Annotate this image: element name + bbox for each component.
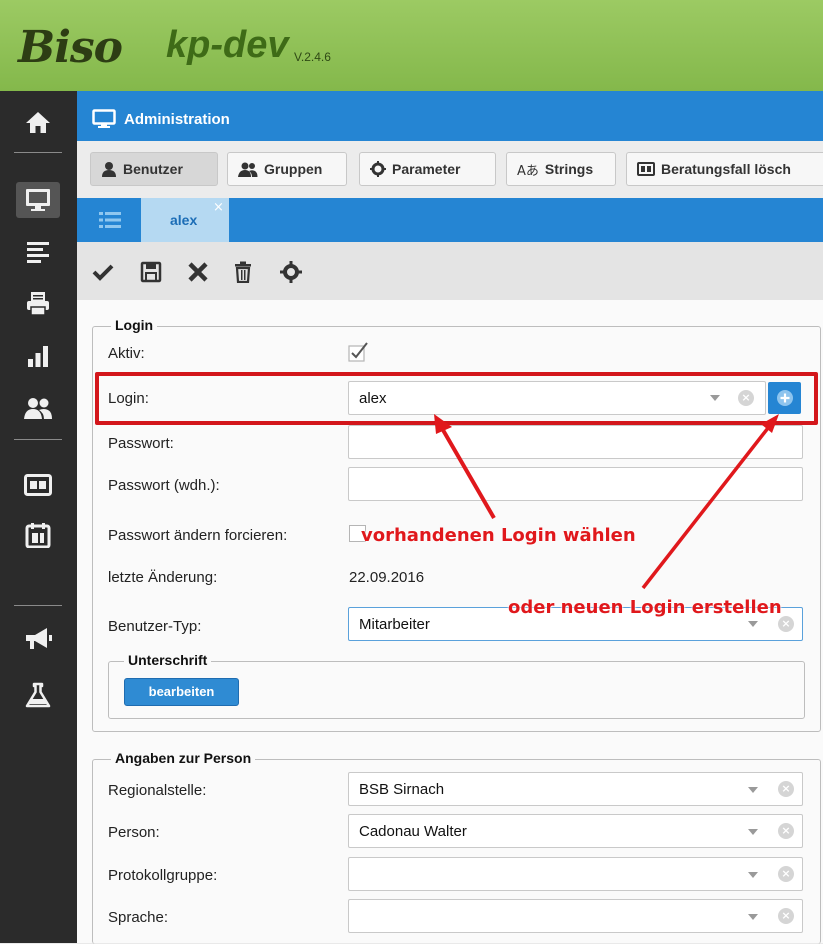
clear-icon[interactable]: × bbox=[778, 781, 794, 797]
gear-icon[interactable] bbox=[276, 257, 306, 287]
tab-label: Beratungsfall lösch bbox=[661, 161, 791, 177]
login-legend: Login bbox=[111, 317, 158, 333]
tab-gruppen[interactable]: Gruppen bbox=[227, 152, 347, 186]
tab-benutzer[interactable]: Benutzer bbox=[90, 152, 218, 186]
trash-icon[interactable] bbox=[228, 257, 258, 287]
passwort-input[interactable] bbox=[348, 425, 803, 459]
users-icon bbox=[238, 162, 258, 177]
list-icon[interactable] bbox=[16, 234, 60, 270]
printer-icon[interactable] bbox=[16, 286, 60, 322]
letzte-aenderung-label: letzte Änderung: bbox=[108, 569, 218, 586]
passwort-wdh-input[interactable] bbox=[348, 467, 803, 501]
app-version: V.2.4.6 bbox=[294, 50, 331, 64]
unterschrift-legend: Unterschrift bbox=[124, 652, 212, 668]
app-header bbox=[0, 0, 823, 91]
tab-beratungsfall-loeschen[interactable]: Beratungsfall lösch bbox=[626, 152, 823, 186]
nav-divider bbox=[14, 439, 62, 440]
passwort-wdh-label: Passwort (wdh.): bbox=[108, 477, 220, 494]
annotation-choose-existing: vorhandenen Login wählen bbox=[361, 525, 636, 546]
protokollgruppe-label: Protokollgruppe: bbox=[108, 867, 218, 884]
document-tab-label: alex bbox=[170, 212, 198, 228]
clear-icon[interactable]: × bbox=[778, 823, 794, 839]
protokollgruppe-select[interactable] bbox=[348, 857, 803, 891]
aktiv-checkbox[interactable] bbox=[348, 340, 370, 362]
sprache-label: Sprache: bbox=[108, 909, 169, 926]
users-icon[interactable] bbox=[16, 390, 60, 426]
chevron-down-icon[interactable] bbox=[748, 914, 758, 920]
tab-strings[interactable]: Aあ Strings bbox=[506, 152, 616, 186]
chevron-down-icon[interactable] bbox=[748, 787, 758, 793]
chevron-down-icon[interactable] bbox=[748, 829, 758, 835]
clear-icon[interactable]: × bbox=[778, 616, 794, 632]
tab-label: Strings bbox=[544, 161, 594, 177]
bar-chart-icon[interactable] bbox=[16, 338, 60, 374]
chevron-down-icon[interactable] bbox=[748, 872, 758, 878]
close-icon[interactable]: × bbox=[213, 200, 224, 215]
check-icon[interactable] bbox=[88, 257, 118, 287]
regionalstelle-label: Regionalstelle: bbox=[108, 782, 207, 799]
annotation-create-new: oder neuen Login erstellen bbox=[508, 597, 782, 618]
save-icon[interactable] bbox=[136, 257, 166, 287]
passwort-label: Passwort: bbox=[108, 435, 174, 452]
tab-label: Gruppen bbox=[264, 161, 323, 177]
annotation-highlight-box bbox=[95, 372, 818, 425]
calendar-icon[interactable] bbox=[16, 517, 60, 553]
logo-biso: Biso bbox=[18, 22, 123, 73]
regionalstelle-select[interactable]: BSB Sirnach bbox=[348, 772, 803, 806]
passwort-forcieren-label: Passwort ändern forcieren: bbox=[108, 527, 288, 544]
user-icon bbox=[102, 162, 116, 177]
person-select[interactable]: Cadonau Walter bbox=[348, 814, 803, 848]
home-icon[interactable] bbox=[16, 104, 60, 140]
id-card-icon[interactable] bbox=[16, 467, 60, 503]
sprache-select[interactable] bbox=[348, 899, 803, 933]
aktiv-label: Aktiv: bbox=[108, 345, 145, 362]
list-icon[interactable] bbox=[90, 204, 130, 236]
benutzer-typ-label: Benutzer-Typ: bbox=[108, 618, 202, 635]
clear-icon[interactable]: × bbox=[778, 866, 794, 882]
monitor-icon[interactable] bbox=[16, 182, 60, 218]
left-navigation bbox=[0, 91, 77, 943]
delete-x-icon[interactable] bbox=[183, 257, 213, 287]
chevron-down-icon[interactable] bbox=[748, 621, 758, 627]
nav-divider bbox=[14, 605, 62, 606]
nav-divider bbox=[14, 152, 62, 153]
letzte-aenderung-value: 22.09.2016 bbox=[349, 569, 425, 586]
clear-icon[interactable]: × bbox=[778, 908, 794, 924]
bearbeiten-button[interactable]: bearbeiten bbox=[124, 678, 239, 706]
page-title: Administration bbox=[124, 111, 230, 128]
translate-icon: Aあ bbox=[517, 163, 539, 179]
id-card-icon bbox=[637, 162, 655, 176]
monitor-icon bbox=[92, 109, 116, 134]
person-legend: Angaben zur Person bbox=[111, 750, 256, 766]
tab-label: Benutzer bbox=[123, 161, 183, 177]
tab-label: Parameter bbox=[392, 161, 461, 177]
megaphone-icon[interactable] bbox=[16, 621, 60, 657]
gear-icon bbox=[370, 161, 386, 177]
logo-environment: kp-dev bbox=[166, 24, 289, 66]
tab-parameter[interactable]: Parameter bbox=[359, 152, 496, 186]
flask-icon[interactable] bbox=[16, 677, 60, 713]
person-label: Person: bbox=[108, 824, 160, 841]
